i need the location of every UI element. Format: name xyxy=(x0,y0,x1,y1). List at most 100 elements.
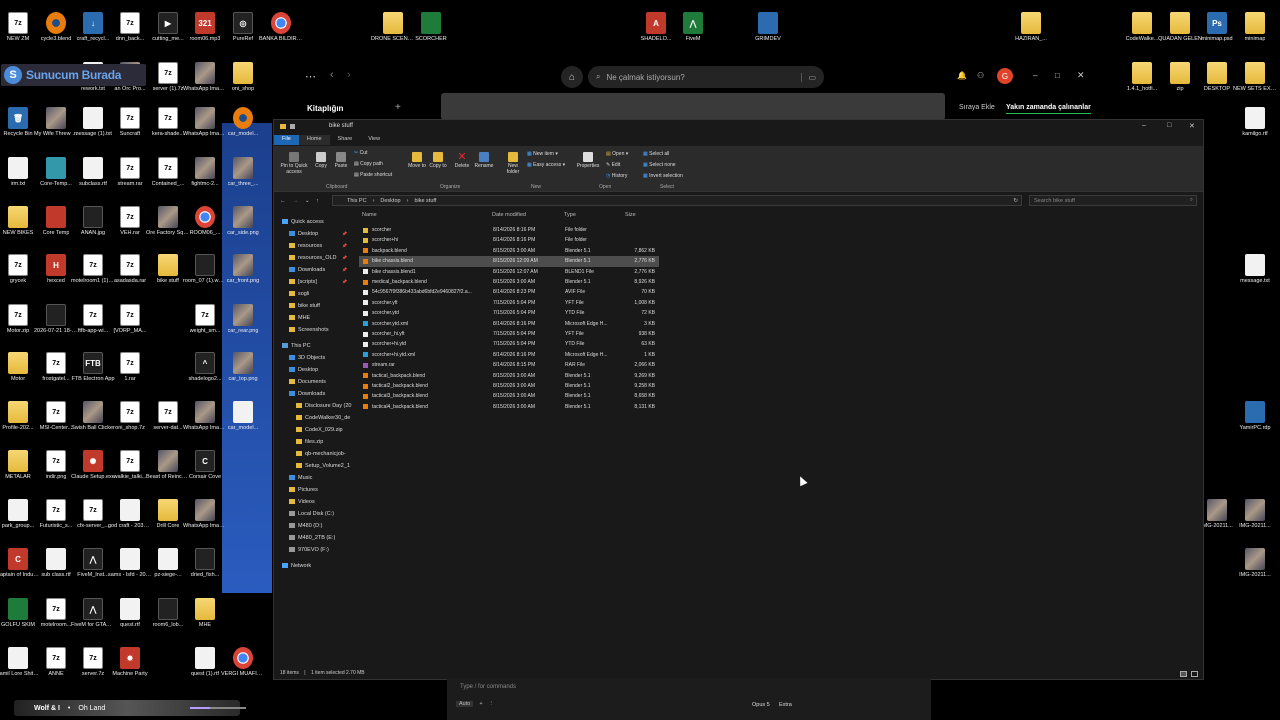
tab-view[interactable]: View xyxy=(360,135,388,145)
desktop-icon[interactable]: WhatsApp Image 2026... xyxy=(183,495,227,543)
nav-item[interactable]: CodeWalker30_de xyxy=(296,412,350,423)
desktop-icon[interactable]: IMG-20211... xyxy=(1233,495,1277,543)
nav-item[interactable]: bike stuff xyxy=(289,300,320,311)
copy-to-button[interactable]: Copy to xyxy=(429,152,447,169)
column-header-name[interactable]: Name xyxy=(362,212,377,218)
up-arrow-icon[interactable]: ↑ xyxy=(316,198,319,204)
file-row[interactable]: scorcher+hi 8/14/2026 8:16 PM File folder xyxy=(359,235,659,245)
nav-item[interactable]: Downloads 📌 xyxy=(289,264,347,275)
file-row[interactable]: medical_backpack.blend 8/15/2026 3:00 AM B… xyxy=(359,277,659,287)
nav-item[interactable]: Screenshots xyxy=(289,324,329,335)
nav-item[interactable]: [scripts] 📌 xyxy=(289,276,347,287)
refresh-icon[interactable]: ↻ xyxy=(1013,198,1018,204)
breadcrumb-this-pc[interactable]: This PC xyxy=(347,198,367,204)
quick-access-toolbar-icon[interactable] xyxy=(290,123,295,129)
nav-item[interactable]: Pictures xyxy=(289,484,318,495)
nav-item[interactable]: Network xyxy=(282,560,311,571)
file-row[interactable]: tactical_backpack.blend 8/15/2026 3:00 AM… xyxy=(359,371,659,381)
nav-item[interactable]: Local Disk (C:) xyxy=(289,508,334,519)
desktop-icon[interactable]: car_front.png xyxy=(221,250,265,298)
desktop-icon[interactable]: GRIMDEV xyxy=(746,8,790,56)
desktop-icon[interactable]: car_three_... xyxy=(221,153,265,201)
cut-button[interactable]: ✂ Cut xyxy=(354,150,367,156)
nav-item[interactable]: 3D Objects xyxy=(289,352,325,363)
back-arrow-icon[interactable]: ← xyxy=(280,198,286,204)
file-row[interactable]: scorcher+hi.ytd.xml 8/14/2026 8:16 PM Micr… xyxy=(359,350,659,360)
nav-item[interactable]: resources_OLD 📌 xyxy=(289,252,347,263)
desktop-icon[interactable]: car_side.png xyxy=(221,202,265,250)
desktop-icon[interactable]: car_rear.png xyxy=(221,300,265,348)
select-none-button[interactable]: ▦ Select none xyxy=(643,162,676,168)
effort-label[interactable]: Extra xyxy=(779,702,792,708)
rename-button[interactable]: Rename xyxy=(473,152,495,169)
nav-item[interactable]: M480_2TB (E:) xyxy=(289,532,335,543)
desktop-icon[interactable]: car_model... xyxy=(221,103,265,151)
file-row[interactable]: bike chassis.blend 8/15/2026 12:09 AM Blen… xyxy=(359,256,659,267)
notification-bell-icon[interactable]: 🔔 xyxy=(957,71,967,80)
explorer-close-icon[interactable]: ✕ xyxy=(1189,122,1195,130)
nav-item[interactable]: qb-mechanicjob- xyxy=(296,448,346,459)
pin-quick-access-button[interactable]: Pin to Quick access xyxy=(277,152,311,175)
properties-button[interactable]: Properties xyxy=(575,152,601,169)
select-all-button[interactable]: ▦ Select all xyxy=(643,151,669,157)
history-button[interactable]: ◷ History xyxy=(606,173,627,179)
model-picker-icon[interactable]: ⋮ xyxy=(489,701,495,707)
maximize-icon[interactable]: □ xyxy=(1055,71,1060,80)
file-row[interactable]: bike chassis.blend1 8/15/2026 12:07 AM BLE… xyxy=(359,267,659,277)
spotify-recent-tab[interactable]: Yakın zamanda çalınanlar xyxy=(1006,104,1091,114)
desktop-icon[interactable]: BANKA BILDIRIM.pdf xyxy=(259,8,303,56)
nav-item[interactable]: Setup_Volume2_1 xyxy=(296,460,350,471)
new-item-button[interactable]: ▦ New item ▾ xyxy=(527,151,558,157)
invert-selection-button[interactable]: ▦ Invert selection xyxy=(643,173,683,179)
desktop-icon[interactable]: ⋀ FiveM xyxy=(671,8,715,56)
file-row[interactable]: stream.rar 8/14/2026 8:15 PM RAR File 2,066… xyxy=(359,360,659,370)
browse-icon[interactable]: ▭ xyxy=(801,72,816,82)
spotify-library-title[interactable]: Kitaplığın xyxy=(307,104,343,113)
spotify-more-icon[interactable]: ⋯ xyxy=(305,70,316,83)
desktop-icon[interactable]: car_top.png xyxy=(221,348,265,396)
column-header-date[interactable]: Date modified xyxy=(492,212,526,218)
desktop-icon[interactable]: SCORCHER xyxy=(409,8,453,56)
breadcrumb-bike-stuff[interactable]: bike stuff xyxy=(414,198,436,204)
easy-access-button[interactable]: ▦ Easy access ▾ xyxy=(527,162,565,168)
copy-path-button[interactable]: ▤ Copy path xyxy=(354,161,383,167)
edit-button[interactable]: ✎ Edit xyxy=(606,162,620,168)
nav-item[interactable]: Disclosure Day (20 xyxy=(296,400,351,411)
file-row[interactable]: scorcher 8/14/2026 8:16 PM File folder xyxy=(359,225,659,235)
details-view-icon[interactable] xyxy=(1180,671,1187,677)
recent-dropdown-icon[interactable]: ⌄ xyxy=(305,198,310,204)
nav-item[interactable]: Videos xyxy=(289,496,315,507)
large-icons-view-icon[interactable] xyxy=(1191,671,1198,677)
spotify-forward-icon[interactable]: › xyxy=(347,69,351,81)
nav-item[interactable]: Music xyxy=(289,472,312,483)
minimize-icon[interactable]: – xyxy=(1033,71,1037,80)
file-row[interactable]: backpack.blend 8/15/2026 3:00 AM Blender 5… xyxy=(359,246,659,256)
add-icon[interactable]: + xyxy=(479,701,482,707)
file-row[interactable]: tactical2_backpack.blend 8/15/2026 3:00 A… xyxy=(359,381,659,391)
nav-item[interactable]: sogli xyxy=(289,288,309,299)
tab-file[interactable]: File xyxy=(274,135,299,145)
column-header-size[interactable]: Size xyxy=(625,212,636,218)
spotify-home-button[interactable]: ⌂ xyxy=(561,66,583,88)
explorer-search-input[interactable]: Search bike stuff ⌕ xyxy=(1029,195,1197,206)
nav-item[interactable]: This PC xyxy=(282,340,311,351)
file-row[interactable]: scorcher_hi.yft 7/15/2026 5:04 PM YFT File… xyxy=(359,329,659,339)
spotify-avatar[interactable]: G xyxy=(997,68,1013,84)
breadcrumb-desktop[interactable]: Desktop xyxy=(380,198,400,204)
desktop-icon[interactable]: 7z 1.rar xyxy=(108,348,152,396)
desktop-icon[interactable]: minimap xyxy=(1233,8,1277,56)
desktop-icon[interactable]: kamilgo.rtf xyxy=(1233,103,1277,151)
nav-item[interactable]: MHE xyxy=(289,312,310,323)
copy-button[interactable]: Copy xyxy=(312,152,330,169)
tab-home[interactable]: Home xyxy=(298,135,330,145)
media-player-widget[interactable]: Wolf & I • Oh Land xyxy=(14,700,246,716)
file-row[interactable]: tactical3_backpack.blend 8/15/2026 3:00 A… xyxy=(359,391,659,401)
file-row[interactable]: scorcher+hi.ytd 7/15/2026 5:04 PM YTD File… xyxy=(359,339,659,349)
desktop-icon[interactable]: dried_fish... xyxy=(183,544,227,592)
move-to-button[interactable]: Move to xyxy=(408,152,426,169)
file-row[interactable]: 54c9567f9f386b433abd6bfd2e9460827f2.a...… xyxy=(359,287,659,297)
open-button[interactable]: ▤ Open ▾ xyxy=(606,151,628,157)
file-row[interactable]: tactical4_backpack.blend 8/15/2026 3:00 A… xyxy=(359,402,659,412)
desktop-icon[interactable]: 7z [VORP_MA... xyxy=(108,300,152,348)
file-row[interactable]: scorcher.yft 7/15/2026 5:04 PM YFT File 1,0… xyxy=(359,298,659,308)
